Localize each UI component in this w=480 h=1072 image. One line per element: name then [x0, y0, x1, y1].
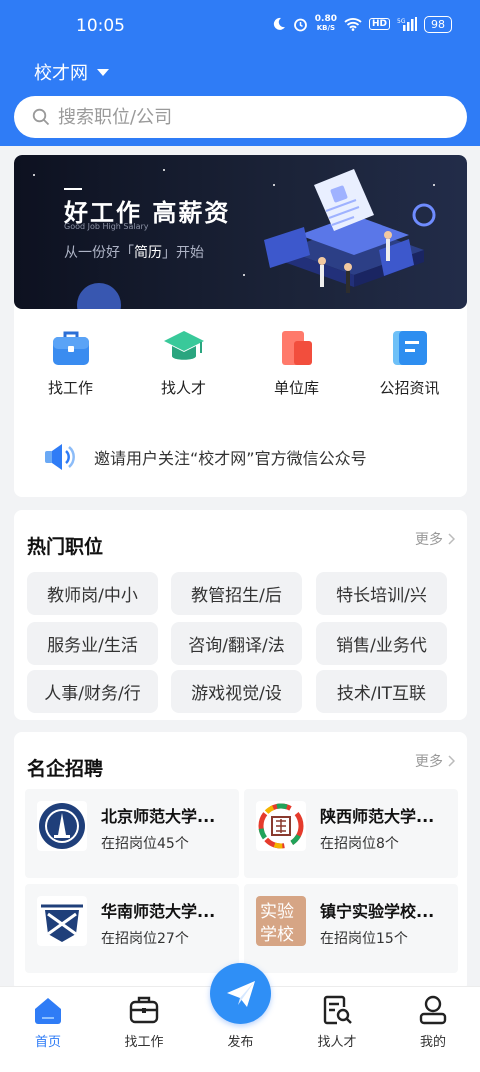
quick-label: 找人才	[160, 379, 206, 397]
city-label: 校才网	[34, 63, 88, 84]
notice-bar[interactable]: 邀请用户关注“校才网”官方微信公众号	[44, 442, 367, 472]
job-chip[interactable]: 特长培训/兴	[316, 572, 447, 615]
publish-label: 发布	[227, 1035, 254, 1050]
companies-title: 名企招聘	[27, 758, 104, 780]
job-chip[interactable]: 销售/业务代	[316, 622, 447, 665]
chevron-right-icon	[448, 755, 455, 767]
search-box[interactable]	[14, 96, 467, 138]
snnu-logo	[256, 801, 306, 851]
hot-jobs-section: 热门职位 更多 教师岗/中小 教管招生/后 特长培训/兴 服务业/生活 咨询/翻…	[14, 510, 467, 720]
hd-badge: HD	[368, 18, 390, 30]
svg-text:实验: 实验	[260, 902, 294, 922]
quick-find-talent[interactable]: 找人才	[127, 327, 240, 398]
status-bar: 10:05 0.80 KB/S HD 5G 98	[0, 0, 480, 52]
battery-indicator: 98	[424, 15, 452, 33]
quick-label: 单位库	[273, 379, 319, 397]
wifi-icon	[344, 18, 362, 31]
send-icon	[226, 980, 255, 1007]
tab-label: 首页	[34, 1035, 61, 1050]
company-name: 镇宁实验学校...	[320, 902, 435, 921]
tab-label: 找工作	[124, 1035, 164, 1050]
chevron-right-icon	[448, 533, 455, 545]
home-icon	[35, 998, 61, 1024]
signal-icon: 5G	[397, 17, 417, 31]
company-card[interactable]: 北京师范大学... 在招岗位45个	[25, 789, 239, 878]
job-chip[interactable]: 教管招生/后	[171, 572, 302, 615]
bnu-logo	[37, 801, 87, 851]
svg-text:学校: 学校	[260, 925, 294, 945]
banner-illustration	[33, 169, 436, 309]
company-openings: 在招岗位45个	[101, 836, 189, 852]
more-label: 更多	[415, 532, 443, 548]
company-name: 北京师范大学...	[101, 807, 216, 826]
job-chip[interactable]: 游戏视觉/设	[171, 670, 302, 713]
job-chip[interactable]: 技术/IT互联	[316, 670, 447, 713]
alarm-icon	[293, 18, 307, 31]
promo-banner[interactable]: 好工作 高薪资 Good Job High Salary 从一份好「简历」开始	[14, 155, 467, 309]
publish-button[interactable]	[210, 963, 271, 1024]
company-openings: 在招岗位8个	[320, 836, 399, 852]
scnu-logo	[37, 896, 87, 946]
graduation-cap-icon	[163, 331, 204, 360]
user-icon	[419, 995, 447, 1025]
company-name: 华南师范大学...	[101, 902, 216, 921]
job-chip[interactable]: 咨询/翻译/法	[171, 622, 302, 665]
speaker-icon	[45, 444, 75, 470]
company-openings: 在招岗位15个	[320, 931, 408, 947]
more-label: 更多	[415, 754, 443, 770]
status-time: 10:05	[76, 16, 125, 36]
hot-jobs-more[interactable]: 更多	[415, 529, 455, 549]
quick-company-library[interactable]: 单位库	[240, 327, 353, 398]
job-chip[interactable]: 人事/财务/行	[27, 670, 158, 713]
city-selector[interactable]: 校才网	[34, 59, 109, 85]
briefcase-icon	[129, 996, 159, 1024]
zhenning-school-logo: 实验 学校	[256, 896, 306, 946]
tab-label: 找人才	[317, 1035, 357, 1050]
quick-entry-grid: 找工作 找人才 单位库 公招资讯	[14, 327, 467, 398]
briefcase-icon	[52, 331, 89, 365]
top-companies-section: 名企招聘 更多 北京师范大学... 在招岗位45个 陕西师范大学... 在招岗位…	[14, 732, 467, 992]
status-icons: 0.80 KB/S HD 5G 98	[272, 15, 452, 33]
home-card: 好工作 高薪资 Good Job High Salary 从一份好「简历」开始 …	[14, 155, 467, 497]
companies-more[interactable]: 更多	[415, 751, 455, 771]
header-bar: 10:05 0.80 KB/S HD 5G 98 校才网	[0, 0, 480, 146]
news-icon	[392, 331, 427, 365]
tab-label: 我的	[419, 1035, 446, 1050]
banner-tagline: 从一份好「简历」开始	[64, 245, 204, 261]
quick-label: 公招资讯	[379, 379, 440, 397]
search-icon	[32, 108, 50, 126]
company-openings: 在招岗位27个	[101, 931, 189, 947]
search-resume-icon	[323, 995, 352, 1025]
tab-mine[interactable]: 我的	[398, 995, 468, 1050]
company-name: 陕西师范大学...	[320, 807, 435, 826]
caret-down-icon	[97, 69, 109, 76]
company-card[interactable]: 华南师范大学... 在招岗位27个	[25, 884, 239, 973]
moon-icon	[273, 17, 285, 30]
quick-find-job[interactable]: 找工作	[14, 327, 127, 398]
company-card[interactable]: 陕西师范大学... 在招岗位8个	[244, 789, 458, 878]
svg-text:5G: 5G	[397, 18, 406, 25]
quick-label: 找工作	[47, 379, 93, 397]
job-chip[interactable]: 教师岗/中小	[27, 572, 158, 615]
search-input[interactable]	[58, 106, 438, 128]
net-speed: 0.80 KB/S	[314, 14, 337, 33]
job-chip[interactable]: 服务业/生活	[27, 622, 158, 665]
tab-find-job[interactable]: 找工作	[109, 995, 179, 1050]
quick-public-news[interactable]: 公招资讯	[353, 327, 466, 398]
banner-divider	[64, 188, 82, 190]
tab-home[interactable]: 首页	[13, 995, 83, 1050]
building-icon	[281, 331, 312, 365]
company-card[interactable]: 实验学校 镇宁实验学校... 在招岗位15个	[244, 884, 458, 973]
hot-jobs-title: 热门职位	[27, 536, 104, 558]
tab-find-talent[interactable]: 找人才	[302, 995, 372, 1050]
notice-text: 邀请用户关注“校才网”官方微信公众号	[94, 449, 367, 468]
banner-subtitle: Good Job High Salary	[64, 222, 149, 231]
